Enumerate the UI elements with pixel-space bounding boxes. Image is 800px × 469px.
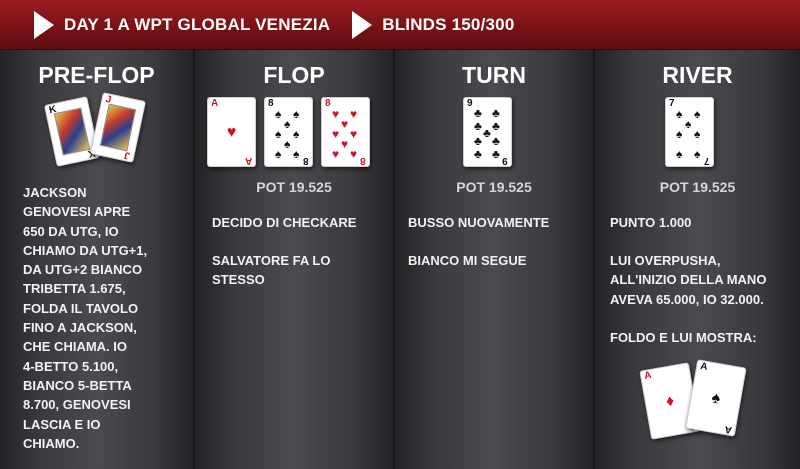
spade-icon: ♠ (284, 137, 291, 151)
spade-icon: ♠ (275, 107, 282, 121)
header-segment-blinds: BLINDS 150/300 (352, 10, 515, 39)
heart-icon: ♥ (350, 107, 358, 121)
club-icon: ♣ (474, 147, 482, 161)
spade-icon: ♠ (710, 389, 722, 408)
card-rank: A (699, 360, 709, 373)
river-action-1: PUNTO 1.000 (610, 215, 692, 230)
header-segment-event: DAY 1 A WPT GLOBAL VENEZIA (34, 10, 331, 39)
club-icon: ♣ (474, 106, 482, 120)
card-rank: 9 (467, 98, 473, 109)
heart-icon: ♥ (226, 124, 237, 141)
flop-card-eight-hearts: 8 ♥ ♥ ♥ ♥ ♥ ♥ ♥ ♥ 8 (321, 97, 370, 167)
spade-icon: ♠ (293, 147, 300, 161)
heart-icon: ♥ (332, 147, 340, 161)
river-action-2: LUI OVERPUSHA, ALL'INIZIO DELLA MANO AVE… (610, 253, 767, 307)
shown-card-ace-spades: A ♠ A (685, 359, 747, 437)
turn-action-2: BIANCO MI SEGUE (408, 253, 527, 268)
spade-icon: ♠ (694, 147, 701, 161)
club-icon: ♣ (483, 126, 491, 140)
flop-card-ace-hearts: A ♥ A (207, 97, 256, 167)
club-icon: ♣ (474, 134, 482, 148)
card-rank: 8 (268, 98, 274, 109)
preflop-description: JACKSON GENOVESI APRE 650 DA UTG, IO CHI… (23, 185, 148, 451)
hole-card-king-spades: K K (43, 96, 101, 167)
column-flop: FLOP A ♥ A 8 ♠ ♠ ♠ ♠ ♠ ♠ ♠ ♠ 8 8 ♥ ♥ ♥ ♥… (195, 50, 395, 469)
spade-icon: ♠ (275, 127, 282, 141)
spade-icon: ♠ (676, 127, 683, 141)
spade-icon: ♠ (685, 117, 692, 131)
blinds-label: BLINDS 150/300 (382, 14, 515, 34)
card-rank: 8 (325, 98, 331, 109)
card-rank: J (123, 149, 132, 162)
spade-icon: ♠ (293, 107, 300, 121)
column-preflop: PRE-FLOP K K J J JACKSON GENOVESI APRE 6… (0, 50, 195, 469)
card-rank: 8 (303, 155, 309, 166)
column-title-preflop: PRE-FLOP (38, 62, 155, 88)
heart-icon: ♥ (350, 147, 358, 161)
column-turn: TURN 9 ♣ ♣ ♣ ♣ ♣ ♣ ♣ ♣ ♣ 9 POT 19.525 BU… (395, 50, 595, 469)
play-arrow-icon (352, 10, 373, 39)
card-rank: 9 (502, 155, 508, 166)
spade-icon: ♠ (284, 117, 291, 131)
card-rank: A (643, 369, 653, 382)
pot-amount-flop: POT 19.525 (256, 179, 332, 195)
column-title-flop: FLOP (263, 62, 325, 88)
spade-icon: ♠ (275, 147, 282, 161)
king-face-art (53, 107, 91, 156)
card-rank: A (723, 423, 733, 436)
jack-face-art (99, 103, 137, 152)
column-title-river: RIVER (662, 62, 733, 88)
card-rank: 8 (360, 155, 366, 166)
flop-action-2: SALVATORE FA LO STESSO (212, 253, 331, 288)
pot-amount-turn: POT 19.525 (456, 179, 532, 195)
spade-icon: ♠ (676, 107, 683, 121)
turn-action-1: BUSSO NUOVAMENTE (408, 215, 550, 230)
river-card-seven-spades: 7 ♠ ♠ ♠ ♠ ♠ ♠ ♠ 7 (665, 97, 714, 167)
spade-icon: ♠ (694, 107, 701, 121)
hole-card-jack-hearts: J J (89, 92, 147, 163)
club-icon: ♣ (474, 119, 482, 133)
flop-action-1: DECIDO DI CHECKARE (212, 215, 357, 230)
club-icon: ♣ (492, 119, 500, 133)
street-columns: PRE-FLOP K K J J JACKSON GENOVESI APRE 6… (0, 50, 800, 469)
spade-icon: ♠ (293, 127, 300, 141)
column-title-turn: TURN (462, 62, 526, 88)
heart-icon: ♥ (341, 117, 349, 131)
card-rank: A (244, 155, 252, 166)
column-river: RIVER 7 ♠ ♠ ♠ ♠ ♠ ♠ ♠ 7 POT 19.525 PUNTO… (595, 50, 800, 469)
heart-icon: ♥ (332, 127, 340, 141)
heart-icon: ♥ (332, 107, 340, 121)
card-rank: 7 (669, 98, 675, 109)
card-rank: A (211, 98, 219, 109)
header-bar: DAY 1 A WPT GLOBAL VENEZIA BLINDS 150/30… (0, 0, 800, 50)
club-icon: ♣ (492, 147, 500, 161)
heart-icon: ♥ (341, 137, 349, 151)
card-rank: 7 (704, 155, 710, 166)
spade-icon: ♠ (694, 127, 701, 141)
river-action-3: FOLDO E LUI MOSTRA: (610, 330, 757, 345)
heart-icon: ♥ (350, 127, 358, 141)
play-arrow-icon (34, 10, 54, 39)
club-icon: ♣ (492, 134, 500, 148)
turn-card-nine-clubs: 9 ♣ ♣ ♣ ♣ ♣ ♣ ♣ ♣ ♣ 9 (463, 97, 512, 167)
spade-icon: ♠ (676, 147, 683, 161)
event-title: DAY 1 A WPT GLOBAL VENEZIA (64, 14, 331, 34)
pot-amount-river: POT 19.525 (659, 179, 736, 195)
club-icon: ♣ (492, 106, 500, 120)
flop-card-eight-spades: 8 ♠ ♠ ♠ ♠ ♠ ♠ ♠ ♠ 8 (264, 97, 313, 167)
